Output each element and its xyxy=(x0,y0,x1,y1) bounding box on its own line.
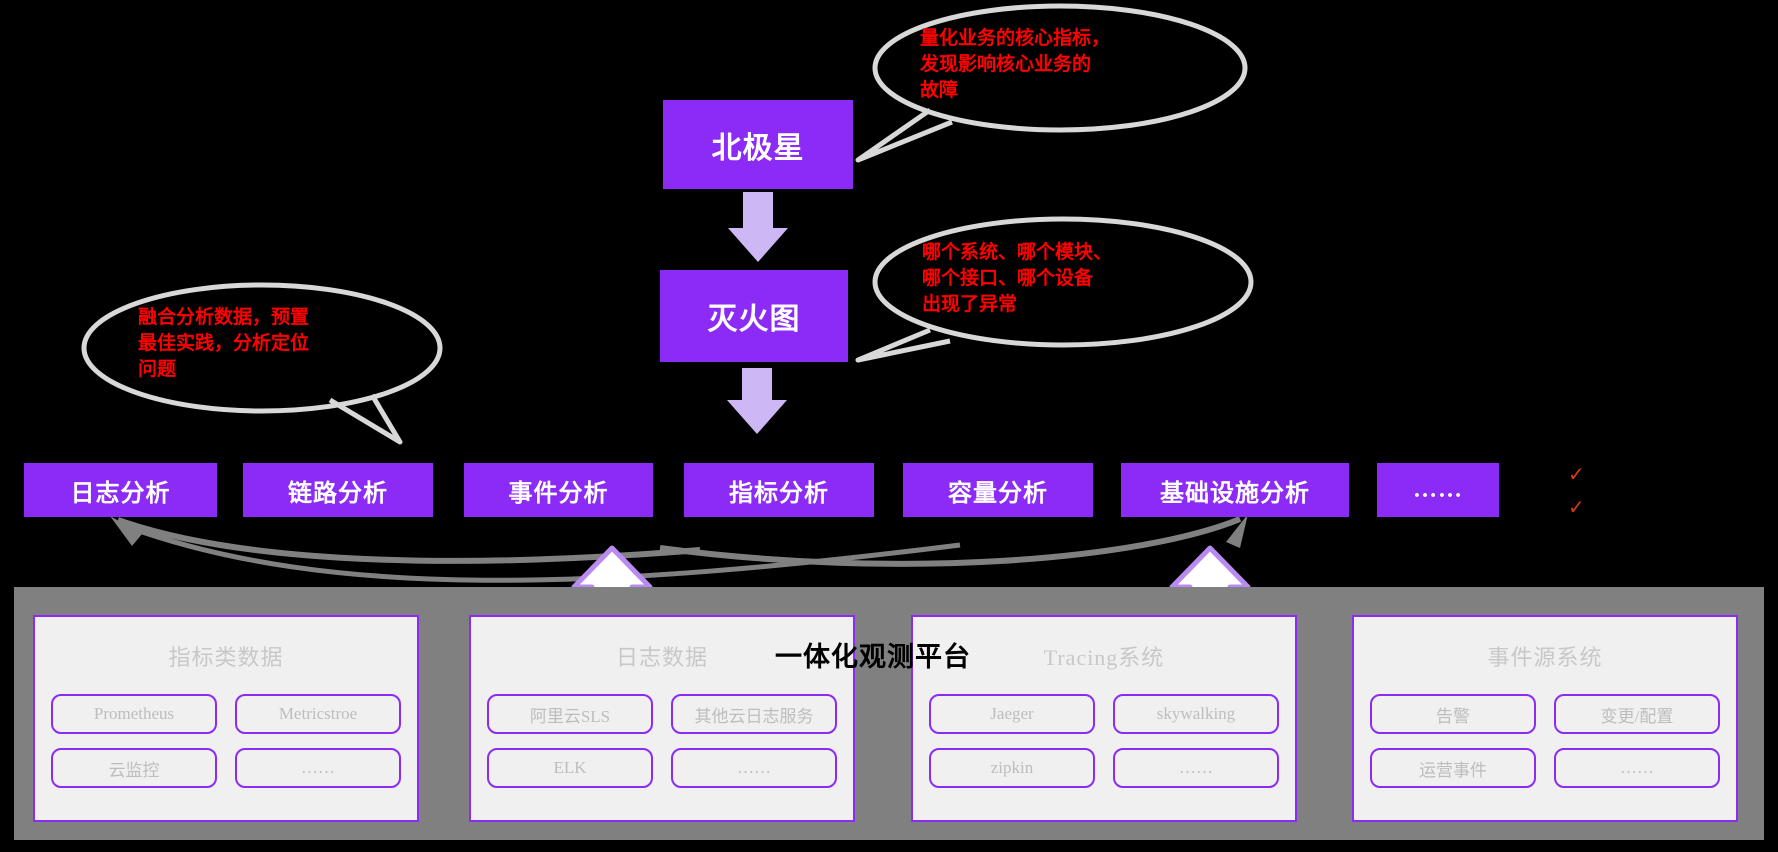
node-north-star[interactable]: 北极星 xyxy=(663,100,853,189)
callout-text-analysis: 融合分析数据，预置 最佳实践，分析定位 问题 xyxy=(138,307,310,380)
source-pill-aliyun-sls[interactable]: 阿里云SLS xyxy=(487,694,653,734)
source-pill-logs-more[interactable]: …… xyxy=(671,748,837,788)
panel-title-logs: 日志数据 xyxy=(615,645,708,670)
source-pill-tracing-more[interactable]: …… xyxy=(1113,748,1279,788)
flow-curve-left xyxy=(116,517,701,564)
data-panel-metrics: 指标类数据 Prometheus Metricstroe 云监控 …… xyxy=(33,615,419,822)
analysis-box-trace[interactable]: 链路分析 xyxy=(243,463,433,517)
node-firefight-map[interactable]: 灭火图 xyxy=(660,270,848,362)
source-pill-elk[interactable]: ELK xyxy=(487,748,653,788)
source-pill-skywalking[interactable]: skywalking xyxy=(1113,694,1279,734)
flow-arrow-heads xyxy=(110,514,1248,548)
platform-title: 一体化观测平台 xyxy=(775,642,971,672)
source-pill-operation-event[interactable]: 运营事件 xyxy=(1370,748,1536,788)
source-pill-cloud-monitor[interactable]: 云监控 xyxy=(51,748,217,788)
pill-row: Jaeger skywalking xyxy=(913,694,1295,734)
pill-row: Prometheus Metricstroe xyxy=(35,694,417,734)
pill-row: 云监控 …… xyxy=(35,748,417,788)
flow-arrow-curve-secondary xyxy=(127,524,961,583)
analysis-box-ellipsis[interactable]: …… xyxy=(1377,463,1499,517)
arrow-firefight-to-analysis xyxy=(727,368,787,434)
diagram-canvas: 北极星 灭火图 量化业务的核心指标， 发现影响核心业务的 故障 哪个系统、哪个模… xyxy=(0,0,1778,852)
pill-row: 告警 变更/配置 xyxy=(1354,694,1736,734)
analysis-box-event[interactable]: 事件分析 xyxy=(464,463,653,517)
analysis-box-log[interactable]: 日志分析 xyxy=(24,463,217,517)
checkmark-icon-2: ✓ xyxy=(1568,497,1585,519)
panel-title-tracing: Tracing系统 xyxy=(1043,645,1165,670)
pill-row: 阿里云SLS 其他云日志服务 xyxy=(471,694,853,734)
source-pill-metrics-more[interactable]: …… xyxy=(235,748,401,788)
checkmark-icon-1: ✓ xyxy=(1568,464,1585,486)
analysis-box-metric[interactable]: 指标分析 xyxy=(684,463,874,517)
callout-text-north-star: 量化业务的核心指标， 发现影响核心业务的 故障 xyxy=(920,28,1111,101)
source-pill-zipkin[interactable]: zipkin xyxy=(929,748,1095,788)
panel-title-metrics: 指标类数据 xyxy=(168,645,284,670)
flow-arrow-curves xyxy=(116,516,1242,567)
source-pill-alert[interactable]: 告警 xyxy=(1370,694,1536,734)
flow-curve-right xyxy=(659,516,1242,567)
panel-title-event-sources: 事件源系统 xyxy=(1487,645,1603,670)
source-pill-prometheus[interactable]: Prometheus xyxy=(51,694,217,734)
analysis-box-capacity[interactable]: 容量分析 xyxy=(903,463,1093,517)
arrowhead-log-analysis xyxy=(110,516,142,546)
source-pill-metricstroe[interactable]: Metricstroe xyxy=(235,694,401,734)
source-pill-other-cloud-log[interactable]: 其他云日志服务 xyxy=(671,694,837,734)
arrowhead-ellipsis-box xyxy=(1226,514,1248,548)
pill-row: zipkin …… xyxy=(913,748,1295,788)
data-panel-event-sources: 事件源系统 告警 变更/配置 运营事件 …… xyxy=(1352,615,1738,822)
source-pill-jaeger[interactable]: Jaeger xyxy=(929,694,1095,734)
analysis-box-infrastructure[interactable]: 基础设施分析 xyxy=(1121,463,1349,517)
callout-text-firefight: 哪个系统、哪个模块、 哪个接口、哪个设备 出现了异常 xyxy=(922,242,1113,315)
source-pill-change-config[interactable]: 变更/配置 xyxy=(1554,694,1720,734)
arrow-northstar-to-firefight xyxy=(728,192,788,262)
source-pill-events-more[interactable]: …… xyxy=(1554,748,1720,788)
pill-row: ELK …… xyxy=(471,748,853,788)
pill-row: 运营事件 …… xyxy=(1354,748,1736,788)
